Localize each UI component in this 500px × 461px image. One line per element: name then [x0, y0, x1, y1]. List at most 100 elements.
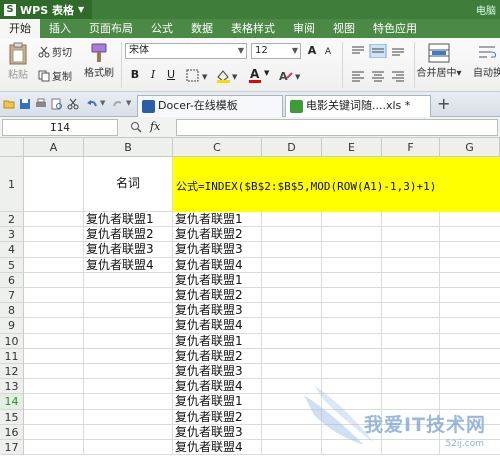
select-all-corner[interactable]	[0, 138, 24, 157]
decrease-font-icon[interactable]: A	[321, 45, 335, 59]
tab-home[interactable]: 开始	[0, 19, 40, 38]
row-gridline	[24, 302, 500, 304]
cell-c7[interactable]: 复仇者联盟2	[175, 288, 243, 303]
print-icon[interactable]	[35, 98, 47, 110]
font-size-value: 12	[255, 45, 268, 56]
add-tab-button[interactable]: +	[437, 94, 450, 113]
cut-icon[interactable]	[67, 98, 79, 110]
redo-dropdown-icon[interactable]: ▼	[126, 99, 131, 107]
row-header-15[interactable]: 15	[0, 409, 24, 425]
cell-c14[interactable]: 复仇者联盟1	[175, 394, 243, 409]
tab-view[interactable]: 视图	[324, 19, 364, 38]
column-header-g[interactable]: G	[440, 138, 500, 157]
cell-c9[interactable]: 复仇者联盟4	[175, 318, 243, 333]
open-folder-icon[interactable]	[3, 98, 15, 110]
merge-center-button[interactable]: 合并居中▾	[416, 42, 462, 79]
undo-icon[interactable]	[86, 98, 98, 110]
cell-c6[interactable]: 复仇者联盟1	[175, 273, 243, 288]
cell-c10[interactable]: 复仇者联盟1	[175, 334, 243, 349]
font-family-select[interactable]: 宋体 ▼	[125, 43, 247, 59]
column-header-d[interactable]: D	[262, 138, 322, 157]
row-header-8[interactable]: 8	[0, 303, 24, 319]
tab-formulas[interactable]: 公式	[142, 19, 182, 38]
undo-dropdown-icon[interactable]: ▼	[100, 99, 105, 107]
watermark-text: 我爱IT技术网	[363, 414, 486, 436]
cell-c13[interactable]: 复仇者联盟4	[175, 379, 243, 394]
redo-icon[interactable]	[112, 98, 124, 110]
font-family-value: 宋体	[129, 45, 149, 56]
row-header-9[interactable]: 9	[0, 318, 24, 334]
row-header-6[interactable]: 6	[0, 272, 24, 288]
cut-button[interactable]: 剪切	[38, 44, 72, 59]
clear-format-icon[interactable]: A ▼	[278, 69, 306, 83]
row-header-2[interactable]: 2	[0, 212, 24, 228]
merge-cells-icon	[428, 43, 450, 63]
row-header-4[interactable]: 4	[0, 242, 24, 258]
cell-b5[interactable]: 复仇者联盟4	[86, 258, 154, 273]
vertical-align-icons[interactable]	[350, 44, 412, 58]
zoom-icon[interactable]	[130, 121, 142, 133]
ribbon: 粘贴 剪切 复制 格式刷 宋体 ▼ 12 ▼ A A B I U ▼ ▼ A ▼…	[0, 38, 500, 92]
tab-spreadsheet[interactable]: 电影关键词随....xls *	[285, 95, 431, 117]
app-menu-button[interactable]: S WPS 表格 ▼	[0, 0, 92, 19]
wrap-text-button[interactable]: 自动换	[468, 42, 500, 79]
row-header-1[interactable]: 1	[0, 157, 24, 212]
spreadsheet-grid[interactable]: A B C D E F G 1 2 3 4 5 6 7 8 9 10 11 12 13 14 15 16 17 …	[0, 138, 500, 461]
column-header-c[interactable]: C	[173, 138, 262, 157]
fill-color-icon[interactable]: ▼	[216, 69, 244, 83]
cell-c17[interactable]: 复仇者联盟4	[175, 440, 243, 455]
cell-c16[interactable]: 复仇者联盟3	[175, 425, 243, 440]
column-header-b[interactable]: B	[84, 138, 173, 157]
border-icon[interactable]: ▼	[186, 69, 214, 83]
row-header-12[interactable]: 12	[0, 364, 24, 380]
cell-c4[interactable]: 复仇者联盟3	[175, 242, 243, 257]
column-header-a[interactable]: A	[24, 138, 84, 157]
underline-button[interactable]: U	[164, 68, 178, 82]
cell-b2[interactable]: 复仇者联盟1	[86, 212, 154, 227]
row-header-10[interactable]: 10	[0, 333, 24, 349]
cell-c2[interactable]: 复仇者联盟1	[175, 212, 243, 227]
italic-button[interactable]: I	[146, 68, 160, 82]
cell-c8[interactable]: 复仇者联盟3	[175, 303, 243, 318]
fx-button[interactable]: fx	[150, 120, 160, 133]
row-header-14[interactable]: 14	[0, 394, 24, 410]
font-color-button[interactable]: A ▼	[248, 67, 274, 83]
format-painter-button[interactable]: 格式刷	[82, 42, 116, 79]
row-header-16[interactable]: 16	[0, 424, 24, 440]
bold-button[interactable]: B	[128, 68, 142, 82]
row-header-7[interactable]: 7	[0, 288, 24, 304]
paste-button[interactable]: 粘贴	[4, 42, 32, 81]
row-header-13[interactable]: 13	[0, 379, 24, 395]
tab-table-style[interactable]: 表格样式	[222, 19, 284, 38]
formula-input[interactable]	[176, 119, 498, 136]
name-box[interactable]: I14	[2, 119, 118, 136]
tab-review[interactable]: 审阅	[284, 19, 324, 38]
tab-insert[interactable]: 插入	[40, 19, 80, 38]
cell-b1[interactable]: 名词	[116, 176, 140, 191]
font-size-select[interactable]: 12 ▼	[251, 43, 301, 59]
row-header-17[interactable]: 17	[0, 440, 24, 456]
column-header-f[interactable]: F	[382, 138, 440, 157]
cell-c3[interactable]: 复仇者联盟2	[175, 227, 243, 242]
cell-b4[interactable]: 复仇者联盟3	[86, 242, 154, 257]
row-header-11[interactable]: 11	[0, 348, 24, 364]
row-header-5[interactable]: 5	[0, 257, 24, 273]
row-header-3[interactable]: 3	[0, 227, 24, 243]
ribbon-separator	[342, 42, 343, 88]
increase-font-icon[interactable]: A	[305, 44, 319, 58]
cell-b3[interactable]: 复仇者联盟2	[86, 227, 154, 242]
tab-data[interactable]: 数据	[182, 19, 222, 38]
cell-c5[interactable]: 复仇者联盟4	[175, 258, 243, 273]
tab-docer-templates[interactable]: Docer-在线模板	[137, 95, 283, 117]
column-header-e[interactable]: E	[322, 138, 382, 157]
tab-page-layout[interactable]: 页面布局	[80, 19, 142, 38]
print-preview-icon[interactable]	[51, 98, 63, 110]
save-icon[interactable]	[19, 98, 31, 110]
tab-special[interactable]: 特色应用	[364, 19, 426, 38]
cell-c15[interactable]: 复仇者联盟2	[175, 410, 243, 425]
app-name: WPS 表格	[20, 3, 74, 17]
cell-c11[interactable]: 复仇者联盟2	[175, 349, 243, 364]
cell-c12[interactable]: 复仇者联盟3	[175, 364, 243, 379]
horizontal-align-icons[interactable]	[350, 70, 412, 82]
copy-button[interactable]: 复制	[38, 68, 72, 83]
